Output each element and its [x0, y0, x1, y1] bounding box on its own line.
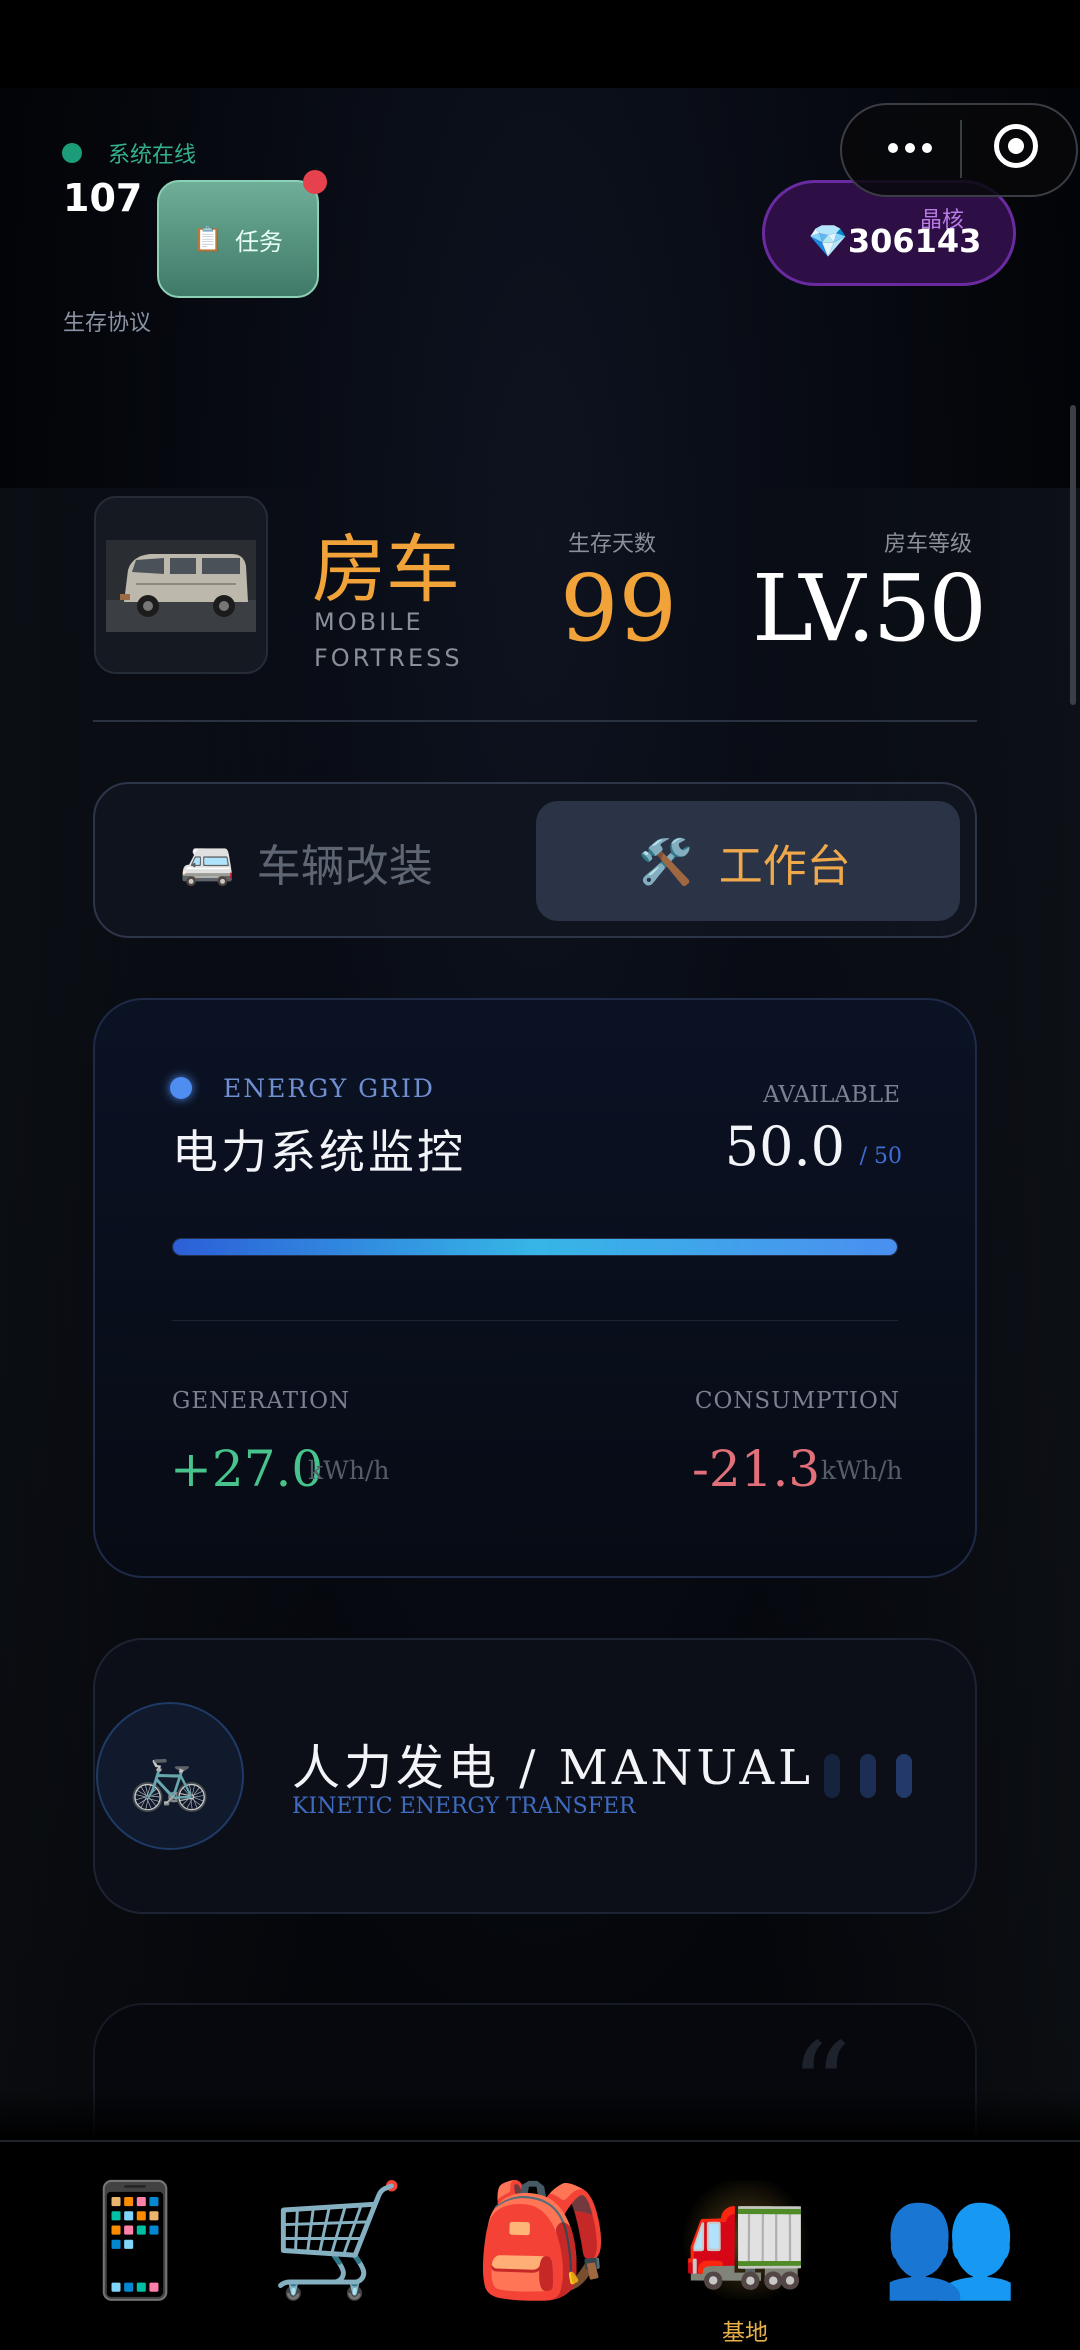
- target-icon[interactable]: [994, 124, 1038, 168]
- more-dots-icon[interactable]: [870, 128, 950, 168]
- nav-base-label: 基地: [722, 2320, 768, 2346]
- nav-team-icon[interactable]: 👥: [870, 2185, 1030, 2325]
- vehicle-level-value: LV.50: [752, 555, 987, 662]
- vehicle-level-label: 房车等级: [884, 532, 973, 557]
- available-max: / 50: [859, 1144, 902, 1169]
- energy-grid-title: 电力系统监控: [172, 1125, 466, 1179]
- crystal-value: 💎306143: [808, 222, 982, 260]
- energy-indicator-dot: [170, 1077, 192, 1099]
- survival-days-label: 生存天数: [568, 532, 657, 557]
- vehicle-subtitle: MOBILE FORTRESS: [314, 608, 463, 672]
- nav-phone-icon[interactable]: 📱: [55, 2185, 215, 2325]
- capsule-divider: [960, 120, 962, 178]
- generation-unit: kWh/h: [308, 1456, 390, 1485]
- online-status-dot: [62, 143, 82, 163]
- tools-icon: 🛠️: [638, 837, 693, 888]
- level-pill: [896, 1754, 912, 1798]
- manual-subtitle: KINETIC ENERGY TRANSFER: [292, 1794, 636, 1819]
- player-count: 107: [63, 176, 143, 220]
- survival-days-value: 99: [560, 555, 678, 662]
- consumption-label: CONSUMPTION: [694, 1388, 900, 1414]
- nav-backpack-icon[interactable]: 🎒: [462, 2185, 622, 2325]
- tab-vehicle-mods[interactable]: 🚐 车辆改装: [180, 830, 433, 894]
- vehicle-name: 房车: [312, 527, 460, 613]
- generation-label: GENERATION: [172, 1388, 351, 1414]
- nav-shop-cart-icon[interactable]: 🛒: [258, 2185, 418, 2325]
- divider: [93, 720, 977, 722]
- level-pill: [860, 1754, 876, 1798]
- online-status-text: 系统在线: [108, 143, 197, 168]
- scrollbar[interactable]: [1070, 405, 1076, 705]
- available-label: AVAILABLE: [762, 1082, 900, 1108]
- tab-workbench-label: 工作台: [718, 841, 851, 892]
- consumption-value: -21.3: [692, 1440, 821, 1498]
- bicycle-icon[interactable]: 🚲: [96, 1702, 244, 1850]
- generation-value: +27.0: [170, 1440, 324, 1498]
- manual-level-indicator: [824, 1754, 912, 1798]
- available-value: 50.0: [724, 1115, 845, 1178]
- task-button-label: 任务: [234, 227, 283, 256]
- task-notification-badge: [303, 170, 327, 194]
- energy-card-divider: [172, 1320, 898, 1321]
- survival-protocol-link[interactable]: 生存协议: [63, 305, 151, 337]
- tab-workbench[interactable]: 🛠️ 工作台: [638, 830, 851, 894]
- energy-grid-label: ENERGY GRID: [223, 1074, 435, 1103]
- task-button[interactable]: 📋 任务: [157, 180, 319, 298]
- energy-progress-fill: [173, 1239, 897, 1255]
- level-pill: [824, 1754, 840, 1798]
- consumption-unit: kWh/h: [821, 1456, 903, 1485]
- tab-vehicle-mods-label: 车辆改装: [256, 841, 433, 892]
- nav-base-truck-icon[interactable]: 🚛: [666, 2185, 826, 2325]
- manual-title: 人力发电 / MANUAL: [292, 1740, 815, 1796]
- scroll-fade: [0, 2090, 1080, 2140]
- van-image: [106, 540, 256, 632]
- van-icon: 🚐: [180, 837, 235, 888]
- clipboard-icon: 📋: [193, 225, 223, 253]
- energy-progress-bar: [172, 1238, 898, 1256]
